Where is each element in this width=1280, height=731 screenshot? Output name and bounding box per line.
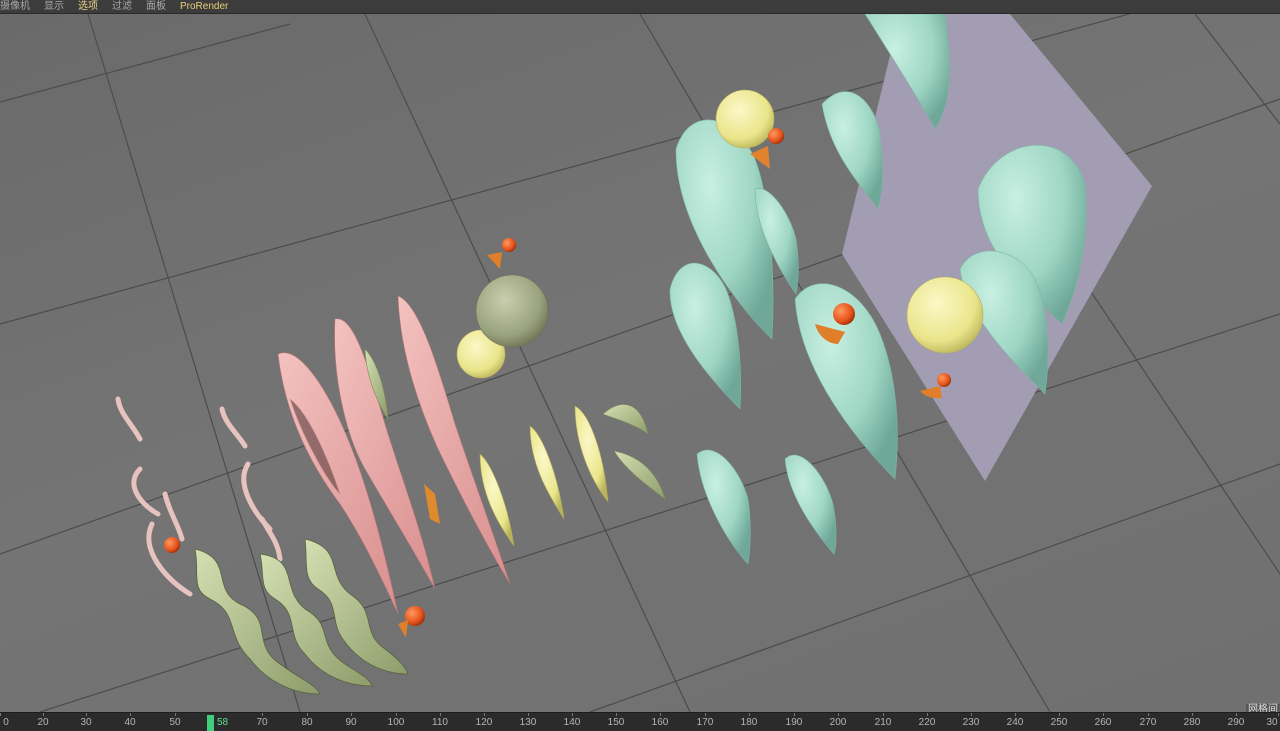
viewport-scene (0, 14, 1280, 712)
tick-mark (351, 713, 352, 716)
tick-label: 180 (740, 717, 758, 728)
tick-mark (1278, 713, 1279, 716)
tick-label: 250 (1050, 717, 1068, 728)
tick-label: 40 (124, 717, 136, 728)
menu-item-4[interactable]: 面板 (146, 1, 166, 13)
tick-label: 240 (1006, 717, 1024, 728)
tick-mark (175, 713, 176, 716)
tick-mark (484, 713, 485, 716)
tick-label: 220 (918, 717, 936, 728)
tick-label: 90 (345, 717, 357, 728)
tick-mark (1236, 713, 1237, 716)
tick-mark (130, 713, 131, 716)
tick-label: 160 (651, 717, 669, 728)
tick-mark (396, 713, 397, 716)
tick-mark (86, 713, 87, 716)
tick-mark (262, 713, 263, 716)
timeline-ruler[interactable]: 58 0 20 30 40 50 70 80 90 100 110 120 130 140 150 160 1… (0, 712, 1280, 731)
tick-label: 270 (1139, 717, 1157, 728)
tick-mark (927, 713, 928, 716)
tick-mark (572, 713, 573, 716)
tick-label: 260 (1094, 717, 1112, 728)
tick-mark (883, 713, 884, 716)
tick-label: 230 (962, 717, 980, 728)
viewport-menubar: 摄像机 显示 选项 过滤 面板 ProRender (0, 0, 1280, 14)
tick-label: 110 (432, 717, 448, 728)
tick-mark (794, 713, 795, 716)
tick-label: 70 (256, 717, 268, 728)
tick-mark (307, 713, 308, 716)
3d-viewport[interactable]: 网格间 (0, 14, 1280, 712)
tick-mark (440, 713, 441, 716)
tick-mark (1015, 713, 1016, 716)
tick-mark (1192, 713, 1193, 716)
tick-mark (838, 713, 839, 716)
tick-mark (528, 713, 529, 716)
tick-mark (1103, 713, 1104, 716)
tick-label: 0 (3, 717, 9, 728)
tick-label: 50 (169, 717, 181, 728)
tick-label: 20 (37, 717, 49, 728)
tick-label: 120 (475, 717, 493, 728)
tick-label: 140 (563, 717, 581, 728)
menu-item-5[interactable]: ProRender (180, 1, 228, 13)
tick-mark (660, 713, 661, 716)
menu-item-1[interactable]: 显示 (44, 1, 64, 13)
tick-mark (1059, 713, 1060, 716)
tick-label: 190 (785, 717, 803, 728)
menu-item-3[interactable]: 过滤 (112, 1, 132, 13)
grid-spacing-label: 网格间 (1246, 704, 1280, 712)
tick-label: 30 (80, 717, 92, 728)
tick-mark (1148, 713, 1149, 716)
olive-sphere (475, 274, 549, 348)
menu-item-2[interactable]: 选项 (78, 1, 98, 13)
timeline-playhead[interactable] (207, 715, 214, 731)
tick-label: 200 (829, 717, 847, 728)
tick-label: 170 (696, 717, 714, 728)
tick-mark (43, 713, 44, 716)
tick-label: 80 (301, 717, 313, 728)
tick-label: 100 (387, 717, 405, 728)
tick-label: 210 (874, 717, 892, 728)
tick-mark (705, 713, 706, 716)
menu-item-0[interactable]: 摄像机 (0, 1, 30, 13)
tick-mark (616, 713, 617, 716)
tick-label: 290 (1227, 717, 1245, 728)
yellow-leaves (479, 405, 609, 547)
tick-mark (971, 713, 972, 716)
tick-label: 150 (607, 717, 625, 728)
tick-label: 130 (519, 717, 537, 728)
tick-mark (749, 713, 750, 716)
tick-label: 280 (1183, 717, 1201, 728)
tick-mark (0, 713, 1, 716)
current-frame-label: 58 (217, 717, 229, 728)
tick-label: 30 (1266, 717, 1278, 728)
